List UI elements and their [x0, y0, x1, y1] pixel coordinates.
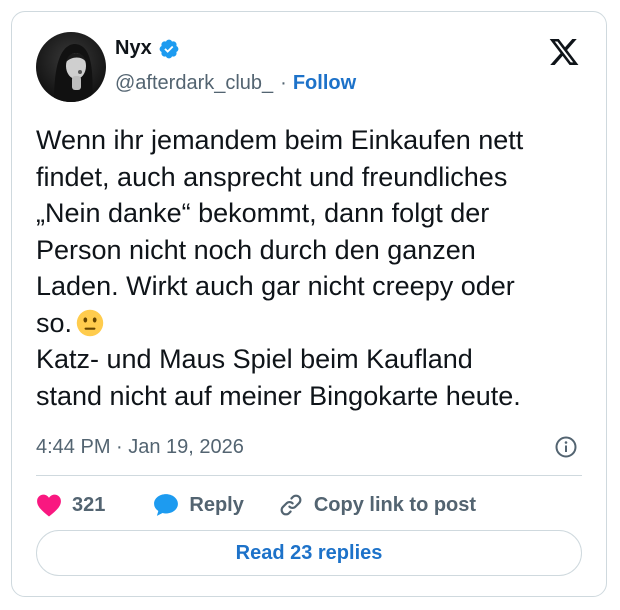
author-name-row: Nyx [115, 37, 180, 60]
tweet-text: Wenn ihr jemandem beim Einkaufen nett fi… [36, 122, 596, 414]
tweet-timestamp[interactable]: 4:44 PM · Jan 19, 2026 [36, 436, 244, 459]
read-replies-button[interactable]: Read 23 replies [36, 530, 582, 576]
neutral-face-emoji-icon [76, 309, 104, 336]
link-icon [280, 494, 302, 516]
like-button[interactable]: 321 [36, 493, 105, 517]
reply-button[interactable]: Reply [153, 493, 244, 517]
author-handle-row: @afterdark_club_ · Follow [115, 72, 356, 95]
heart-icon [37, 494, 61, 517]
tweet-text-continued: Katz- und Maus Spiel beim Kaufland stand… [36, 344, 521, 411]
info-icon[interactable] [554, 435, 578, 459]
author-name[interactable]: Nyx [115, 37, 152, 60]
verified-badge-icon [159, 39, 179, 58]
x-logo-icon[interactable] [548, 36, 580, 68]
copy-link-button[interactable]: Copy link to post [278, 492, 476, 518]
copy-link-label: Copy link to post [313, 493, 477, 516]
tweet-card: Nyx @afterdark_club_ · Follow Wenn ihr j… [11, 11, 607, 597]
follow-button[interactable]: Follow [293, 72, 356, 95]
reply-label: Reply [189, 493, 244, 516]
avatar[interactable] [36, 32, 106, 102]
tweet-text-main: Wenn ihr jemandem beim Einkaufen nett fi… [36, 125, 524, 338]
like-count: 321 [72, 493, 106, 516]
author-handle[interactable]: @afterdark_club_ [115, 72, 273, 95]
action-bar: 321 Reply Copy link to post [36, 492, 476, 518]
reply-bubble-icon [154, 494, 179, 516]
divider [36, 475, 582, 476]
separator-dot: · [280, 72, 287, 94]
